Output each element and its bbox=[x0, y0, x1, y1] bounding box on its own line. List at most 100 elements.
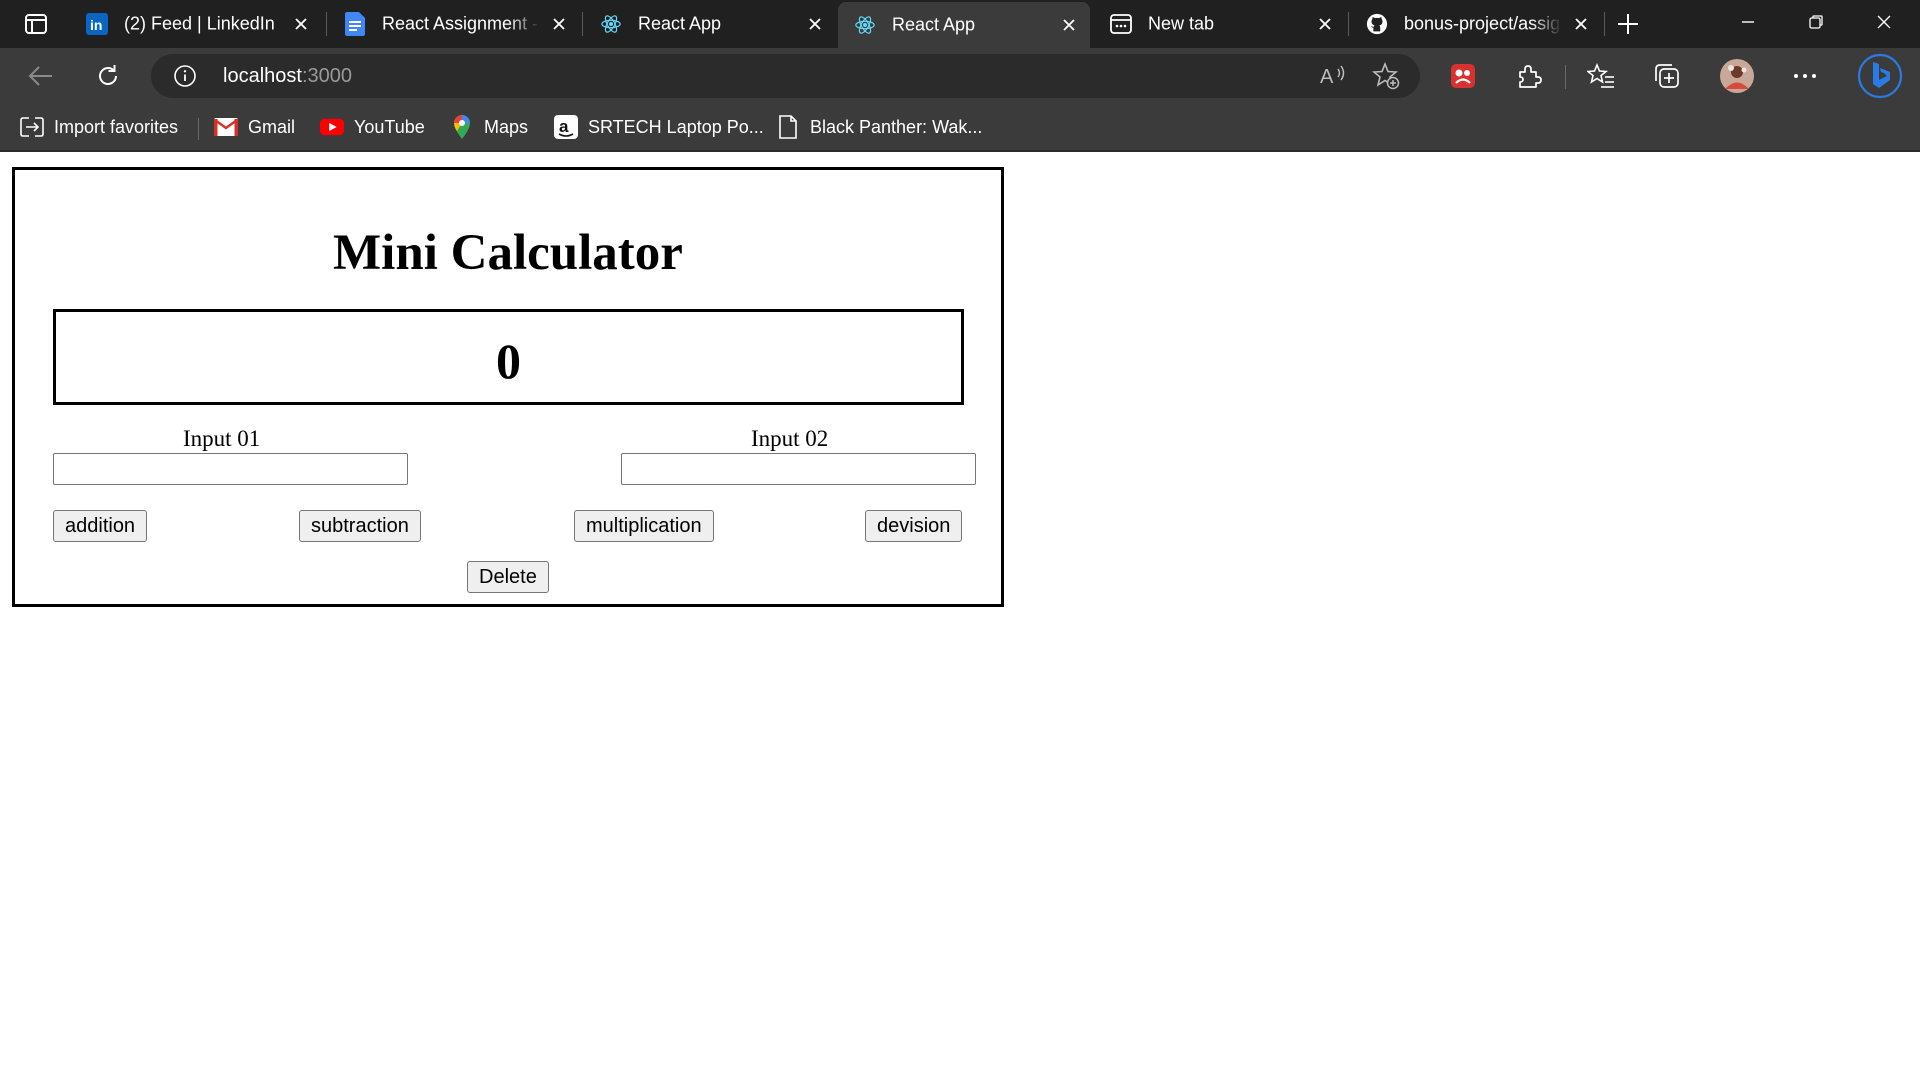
svg-text:in: in bbox=[90, 17, 102, 33]
copilot-button[interactable] bbox=[1856, 52, 1904, 100]
tab-react-app-1[interactable]: React App bbox=[584, 0, 836, 48]
tab-new-tab[interactable]: New tab bbox=[1094, 0, 1346, 48]
url-port: :3000 bbox=[301, 65, 352, 87]
close-tab-icon[interactable] bbox=[1570, 13, 1592, 35]
maps-pin-icon bbox=[450, 115, 474, 139]
favorites-bar: Import favorites Gmail YouTube Maps a SR… bbox=[0, 104, 1920, 152]
addition-button[interactable]: addition bbox=[53, 510, 148, 542]
toolbar-divider bbox=[1565, 65, 1566, 89]
tab-divider bbox=[326, 12, 327, 36]
add-favorite-icon[interactable] bbox=[1371, 62, 1401, 90]
input-01-label: Input 01 bbox=[183, 426, 261, 451]
settings-more-button[interactable] bbox=[1786, 58, 1824, 94]
import-favorites-icon bbox=[20, 115, 44, 139]
new-tab-button[interactable] bbox=[1613, 10, 1643, 38]
favorite-black-panther[interactable]: Black Panther: Wak... bbox=[776, 112, 982, 142]
tab-linkedin[interactable]: in (2) Feed | LinkedIn bbox=[70, 0, 322, 48]
favorites-list-icon bbox=[1587, 63, 1614, 88]
tab-react-app-active[interactable]: React App bbox=[838, 2, 1090, 48]
favorite-label: YouTube bbox=[354, 116, 425, 137]
react-icon bbox=[600, 13, 622, 35]
input-02-label: Input 02 bbox=[751, 426, 829, 451]
minimize-icon bbox=[1742, 21, 1754, 23]
favorite-srtech[interactable]: a SRTECH Laptop Po... bbox=[554, 112, 764, 142]
result-display: 0 bbox=[53, 309, 964, 405]
react-icon bbox=[854, 14, 876, 36]
division-button[interactable]: devision bbox=[865, 510, 963, 542]
tab-actions-icon bbox=[25, 14, 47, 34]
bing-copilot-icon bbox=[1857, 53, 1903, 99]
favorite-label: SRTECH Laptop Po... bbox=[588, 116, 764, 137]
input-01-field[interactable] bbox=[53, 453, 408, 485]
back-button[interactable] bbox=[22, 58, 60, 94]
extensions-button[interactable] bbox=[1510, 58, 1548, 94]
back-arrow-icon bbox=[28, 66, 52, 86]
avatar bbox=[1720, 59, 1754, 93]
tab-title: New tab bbox=[1148, 13, 1215, 34]
site-info-icon[interactable] bbox=[173, 64, 197, 88]
calculator-panel: Mini Calculator 0 Input 01 Input 02 addi… bbox=[12, 167, 1004, 607]
collections-button[interactable] bbox=[1648, 58, 1686, 94]
restore-button[interactable] bbox=[1782, 0, 1850, 44]
tab-title: (2) Feed | LinkedIn bbox=[124, 13, 275, 34]
page-viewport: Mini Calculator 0 Input 01 Input 02 addi… bbox=[0, 154, 1920, 1080]
close-icon bbox=[1877, 15, 1891, 29]
refresh-icon bbox=[99, 65, 117, 85]
tab-title: React Assignment - bbox=[382, 13, 539, 34]
close-tab-icon[interactable] bbox=[548, 13, 570, 35]
tab-strip: in (2) Feed | LinkedIn React Assignment … bbox=[0, 0, 1920, 48]
navigation-toolbar: localhost:3000 A bbox=[0, 48, 1920, 104]
favorite-label: Maps bbox=[484, 116, 529, 137]
close-tab-icon[interactable] bbox=[290, 13, 312, 35]
svg-text:a: a bbox=[559, 117, 569, 136]
close-tab-icon[interactable] bbox=[1314, 13, 1336, 35]
tab-divider bbox=[1348, 12, 1349, 36]
tab-actions-button[interactable] bbox=[14, 10, 58, 38]
input-02-field[interactable] bbox=[621, 453, 976, 485]
favorite-youtube[interactable]: YouTube bbox=[320, 112, 425, 142]
tab-divider bbox=[1604, 12, 1605, 36]
page-title: Mini Calculator bbox=[333, 225, 683, 281]
address-bar[interactable]: localhost:3000 A bbox=[151, 54, 1420, 98]
url-host: localhost bbox=[223, 65, 302, 87]
page-icon bbox=[776, 115, 800, 139]
svg-text:A: A bbox=[1320, 66, 1334, 88]
favorite-import[interactable]: Import favorites bbox=[20, 112, 178, 142]
favorite-label: Black Panther: Wak... bbox=[810, 116, 983, 137]
favorite-label: Gmail bbox=[248, 116, 296, 137]
close-window-button[interactable] bbox=[1850, 0, 1918, 44]
google-docs-icon bbox=[344, 12, 366, 36]
read-aloud-icon[interactable]: A bbox=[1318, 62, 1348, 90]
gmail-icon bbox=[214, 115, 238, 139]
puzzle-piece-icon bbox=[1519, 65, 1542, 88]
refresh-button[interactable] bbox=[89, 58, 127, 94]
multiplication-button[interactable]: multiplication bbox=[574, 510, 714, 542]
url-text[interactable]: localhost:3000 bbox=[223, 65, 352, 88]
tab-title: React App bbox=[638, 13, 722, 34]
favorite-label: Import favorites bbox=[54, 116, 179, 137]
close-tab-icon[interactable] bbox=[1058, 14, 1080, 36]
favorite-maps[interactable]: Maps bbox=[450, 112, 528, 142]
delete-button[interactable]: Delete bbox=[467, 561, 549, 593]
plus-icon bbox=[1618, 14, 1638, 34]
close-tab-icon[interactable] bbox=[804, 13, 826, 35]
red-extension-icon bbox=[1451, 64, 1475, 88]
minimize-button[interactable] bbox=[1714, 0, 1782, 44]
subtraction-button[interactable]: subtraction bbox=[299, 510, 421, 542]
amazon-icon: a bbox=[554, 115, 578, 139]
tab-divider bbox=[582, 12, 583, 36]
tab-react-assignment[interactable]: React Assignment - bbox=[328, 0, 580, 48]
tab-github[interactable]: bonus-project/assig bbox=[1350, 0, 1602, 48]
linkedin-icon: in bbox=[86, 13, 108, 35]
collections-icon bbox=[1655, 64, 1679, 88]
restore-icon bbox=[1809, 15, 1823, 29]
tab-title: bonus-project/assig bbox=[1404, 13, 1561, 34]
extension-puzzle-red-button[interactable] bbox=[1444, 58, 1482, 94]
favorite-gmail[interactable]: Gmail bbox=[214, 112, 295, 142]
new-tab-page-icon bbox=[1110, 13, 1132, 35]
more-dots-icon bbox=[1794, 74, 1816, 78]
result-value: 0 bbox=[496, 333, 521, 389]
favorites-button[interactable] bbox=[1582, 58, 1620, 94]
favorites-divider bbox=[198, 118, 199, 140]
profile-button[interactable] bbox=[1718, 58, 1756, 94]
